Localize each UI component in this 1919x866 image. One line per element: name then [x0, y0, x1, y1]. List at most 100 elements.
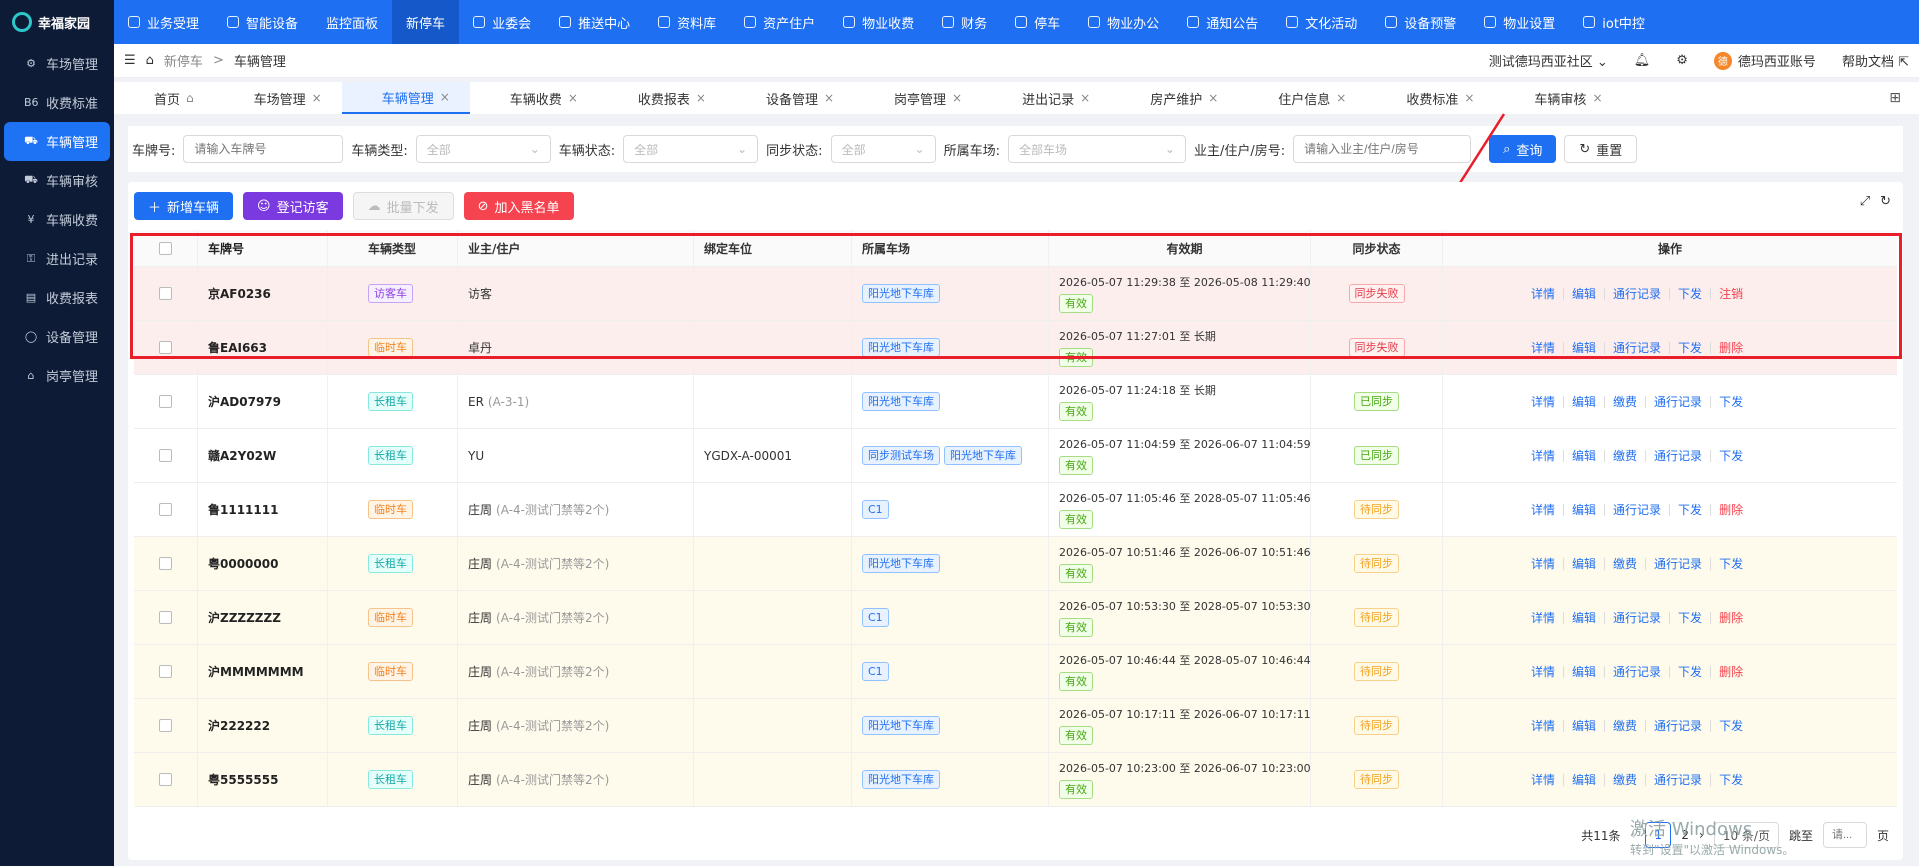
select-all-checkbox[interactable] — [159, 241, 172, 255]
sidebar-item-0[interactable]: ⚙ 车场管理 — [4, 44, 110, 83]
op-link-4[interactable]: 注销 — [1719, 285, 1743, 302]
sidebar-item-8[interactable]: ⌂ 岗亭管理 — [4, 356, 110, 395]
tab-4[interactable]: 收费报表 × — [598, 82, 726, 114]
top-nav-item-11[interactable]: 物业办公 — [1074, 0, 1173, 44]
close-icon[interactable]: × — [440, 90, 450, 104]
sync-select[interactable]: 全部 ⌄ — [830, 135, 936, 163]
top-nav-item-8[interactable]: 物业收费 — [829, 0, 928, 44]
op-link-2[interactable]: 缴费 — [1613, 717, 1637, 734]
close-icon[interactable]: × — [1592, 91, 1602, 105]
top-nav-item-1[interactable]: 智能设备 — [213, 0, 312, 44]
sidebar-item-3[interactable]: ⛟ 车辆审核 — [4, 161, 110, 200]
op-link-0[interactable]: 详情 — [1531, 609, 1555, 626]
close-icon[interactable]: × — [1208, 91, 1218, 105]
row-checkbox[interactable] — [159, 665, 172, 678]
op-link-0[interactable]: 详情 — [1531, 393, 1555, 410]
row-checkbox[interactable] — [159, 449, 172, 462]
op-link-0[interactable]: 详情 — [1531, 339, 1555, 356]
tab-10[interactable]: 收费标准 × — [1366, 82, 1494, 114]
top-nav-item-2[interactable]: 监控面板 — [312, 0, 392, 44]
op-link-3[interactable]: 通行记录 — [1654, 555, 1702, 572]
op-link-2[interactable]: 缴费 — [1613, 555, 1637, 572]
community-selector[interactable]: 测试德玛西亚社区 ⌄ — [1489, 51, 1608, 70]
op-link-3[interactable]: 下发 — [1678, 609, 1702, 626]
op-link-0[interactable]: 详情 — [1531, 501, 1555, 518]
grid-icon[interactable]: ⊞ — [1889, 90, 1901, 106]
close-icon[interactable]: × — [696, 91, 706, 105]
type-select[interactable]: 全部 ⌄ — [415, 135, 551, 163]
op-link-0[interactable]: 详情 — [1531, 663, 1555, 680]
close-icon[interactable]: × — [312, 91, 322, 105]
op-link-3[interactable]: 下发 — [1678, 663, 1702, 680]
op-link-4[interactable]: 下发 — [1719, 447, 1743, 464]
close-icon[interactable]: × — [1080, 91, 1090, 105]
help-docs-link[interactable]: 帮助文档 ⇱ — [1842, 51, 1909, 70]
tab-6[interactable]: 岗亭管理 × — [854, 82, 982, 114]
op-link-2[interactable]: 缴费 — [1613, 393, 1637, 410]
top-nav-item-12[interactable]: 通知公告 — [1173, 0, 1272, 44]
op-link-0[interactable]: 详情 — [1531, 555, 1555, 572]
top-nav-item-3[interactable]: 新停车 — [392, 0, 460, 44]
op-link-4[interactable]: 删除 — [1719, 339, 1743, 356]
tab-11[interactable]: 车辆审核 × — [1494, 82, 1622, 114]
op-link-3[interactable]: 下发 — [1678, 339, 1702, 356]
fullscreen-icon[interactable]: ⤢ — [1860, 194, 1870, 209]
op-link-2[interactable]: 缴费 — [1613, 771, 1637, 788]
close-icon[interactable]: × — [568, 91, 578, 105]
jump-input[interactable] — [1822, 822, 1867, 848]
op-link-3[interactable]: 通行记录 — [1654, 771, 1702, 788]
account-menu[interactable]: 德 德玛西亚账号 — [1713, 51, 1816, 70]
row-checkbox[interactable] — [159, 611, 172, 624]
row-checkbox[interactable] — [159, 719, 172, 732]
tab-2[interactable]: 车辆管理 × — [341, 82, 470, 114]
op-link-1[interactable]: 编辑 — [1572, 339, 1596, 356]
op-link-0[interactable]: 详情 — [1531, 771, 1555, 788]
op-link-1[interactable]: 编辑 — [1572, 501, 1596, 518]
op-link-1[interactable]: 编辑 — [1572, 609, 1596, 626]
top-nav-item-6[interactable]: 资料库 — [644, 0, 730, 44]
op-link-2[interactable]: 通行记录 — [1613, 339, 1661, 356]
tab-5[interactable]: 设备管理 × — [726, 82, 854, 114]
bell-icon[interactable]: 🔔︎ — [1634, 53, 1651, 68]
row-checkbox[interactable] — [159, 287, 172, 300]
gear-icon[interactable]: ⚙ — [1676, 53, 1688, 68]
refresh-icon[interactable]: ↻ — [1880, 194, 1891, 209]
tab-0[interactable]: 首页 ⌂ — [114, 82, 214, 114]
sidebar-item-6[interactable]: ▤ 收费报表 — [4, 278, 110, 317]
close-icon[interactable]: × — [952, 91, 962, 105]
op-link-0[interactable]: 详情 — [1531, 285, 1555, 302]
op-link-1[interactable]: 编辑 — [1572, 663, 1596, 680]
add-blacklist-button[interactable]: ⊘ 加入黑名单 — [463, 192, 574, 220]
op-link-1[interactable]: 编辑 — [1572, 393, 1596, 410]
op-link-1[interactable]: 编辑 — [1572, 285, 1596, 302]
top-nav-item-5[interactable]: 推送中心 — [545, 0, 644, 44]
op-link-4[interactable]: 下发 — [1719, 555, 1743, 572]
op-link-2[interactable]: 通行记录 — [1613, 609, 1661, 626]
op-link-4[interactable]: 下发 — [1719, 393, 1743, 410]
op-link-1[interactable]: 编辑 — [1572, 771, 1596, 788]
tab-8[interactable]: 房产维护 × — [1110, 82, 1238, 114]
op-link-1[interactable]: 编辑 — [1572, 555, 1596, 572]
row-checkbox[interactable] — [159, 773, 172, 786]
close-icon[interactable]: × — [824, 91, 834, 105]
op-link-3[interactable]: 下发 — [1678, 501, 1702, 518]
sidebar-item-1[interactable]: B6 收费标准 — [4, 83, 110, 122]
park-select[interactable]: 全部车场 ⌄ — [1007, 135, 1186, 163]
home-icon[interactable]: ⌂ — [146, 53, 154, 68]
top-nav-item-13[interactable]: 文化活动 — [1272, 0, 1371, 44]
sidebar-item-2[interactable]: ⛟ 车辆管理 — [4, 122, 110, 161]
top-nav-item-7[interactable]: 资产住户 — [730, 0, 829, 44]
top-nav-item-16[interactable]: iot中控 — [1569, 0, 1659, 44]
op-link-1[interactable]: 编辑 — [1572, 447, 1596, 464]
op-link-4[interactable]: 下发 — [1719, 717, 1743, 734]
op-link-2[interactable]: 缴费 — [1613, 447, 1637, 464]
row-checkbox[interactable] — [159, 503, 172, 516]
register-visitor-button[interactable]: ☺ 登记访客 — [243, 192, 343, 220]
plate-input[interactable] — [183, 135, 344, 163]
add-vehicle-button[interactable]: ＋ 新增车辆 — [134, 192, 234, 220]
op-link-4[interactable]: 删除 — [1719, 663, 1743, 680]
op-link-2[interactable]: 通行记录 — [1613, 501, 1661, 518]
op-link-4[interactable]: 下发 — [1719, 771, 1743, 788]
row-checkbox[interactable] — [159, 395, 172, 408]
status-select[interactable]: 全部 ⌄ — [623, 135, 759, 163]
